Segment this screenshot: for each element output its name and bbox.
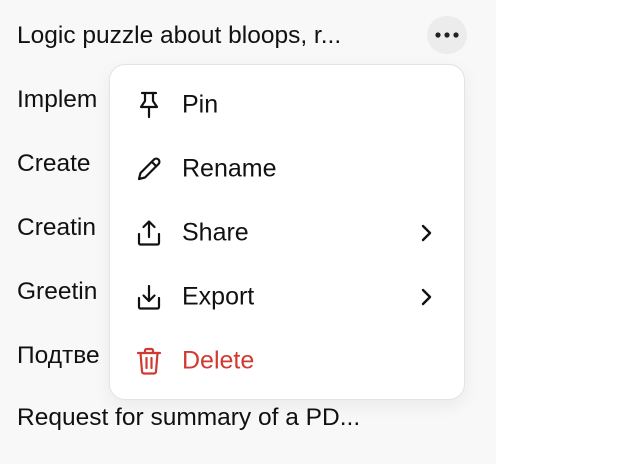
menu-item-label: Pin — [182, 90, 219, 119]
chevron-right-icon — [416, 285, 436, 309]
conversation-item[interactable]: Подтве — [17, 336, 109, 376]
menu-item-rename[interactable]: Rename — [110, 137, 464, 201]
conversation-item[interactable]: Implem — [17, 80, 109, 120]
menu-item-delete[interactable]: Delete — [110, 329, 464, 393]
pencil-icon — [134, 154, 164, 184]
conversation-options-button[interactable] — [427, 16, 467, 54]
conversation-item[interactable]: Create — [17, 144, 109, 184]
menu-item-export[interactable]: Export — [110, 265, 464, 329]
share-icon — [134, 218, 164, 248]
menu-item-label: Export — [182, 282, 255, 311]
conversation-item[interactable]: Creatin — [17, 208, 109, 248]
menu-item-share[interactable]: Share — [110, 201, 464, 265]
trash-icon — [134, 346, 164, 376]
pin-icon — [134, 90, 164, 120]
menu-item-label: Rename — [182, 154, 277, 183]
conversation-context-menu: Pin Rename Share Export Delete — [109, 64, 465, 400]
ellipsis-icon — [435, 32, 459, 38]
chevron-right-icon — [416, 221, 436, 245]
conversation-item[interactable]: Greetin — [17, 272, 109, 312]
menu-item-label: Delete — [182, 346, 255, 375]
download-icon — [134, 282, 164, 312]
menu-item-label: Share — [182, 218, 249, 247]
conversation-item[interactable]: Request for summary of a PD... — [17, 398, 437, 438]
menu-item-pin[interactable]: Pin — [110, 73, 464, 137]
conversation-item[interactable]: Logic puzzle about bloops, r... — [17, 16, 417, 56]
